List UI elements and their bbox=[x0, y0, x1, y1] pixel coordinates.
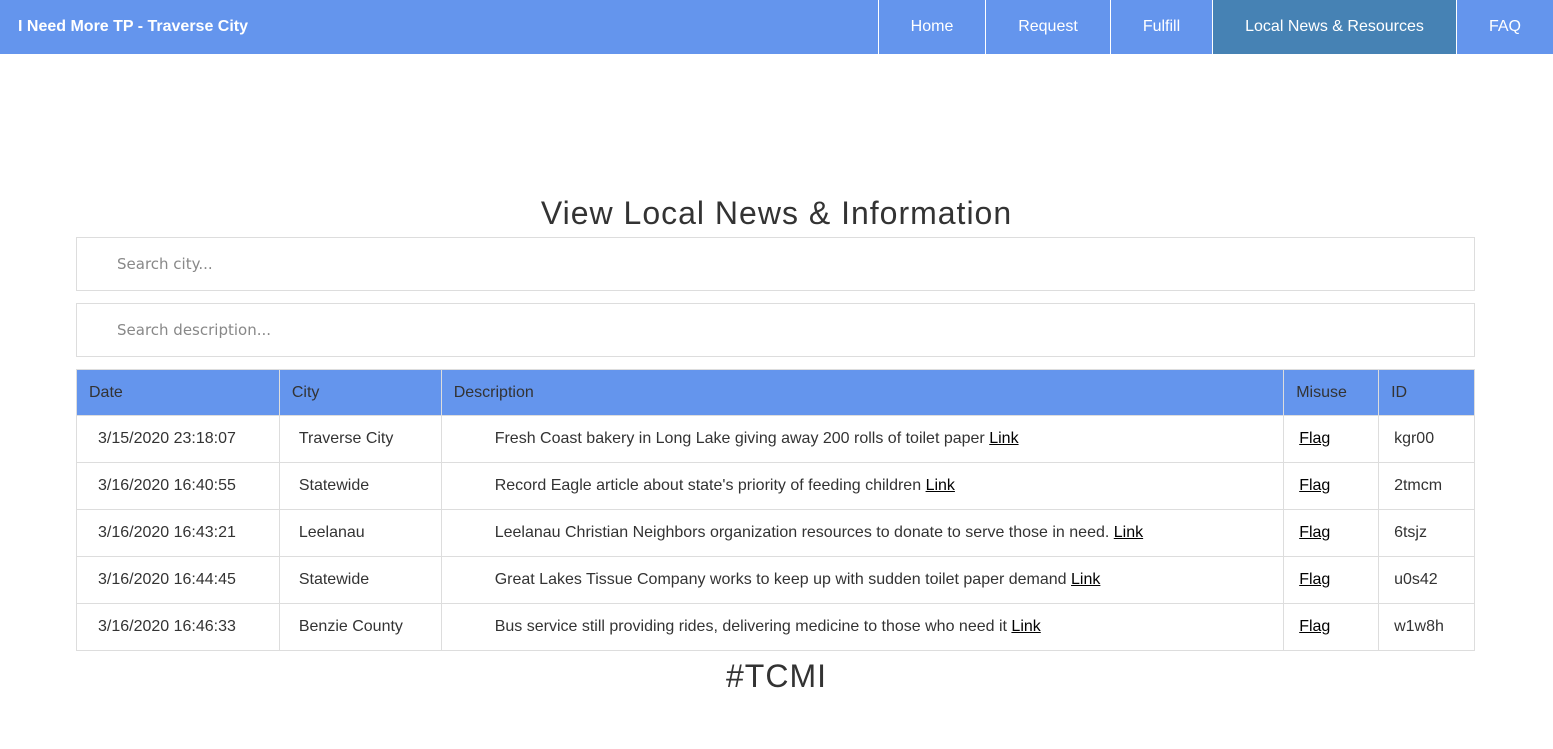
footer-hashtag: #TCMI bbox=[726, 658, 827, 694]
table-row: 3/16/2020 16:44:45 Statewide Great Lakes… bbox=[76, 556, 1475, 604]
site-brand[interactable]: I Need More TP - Traverse City bbox=[0, 0, 878, 54]
cell-misuse: Flag bbox=[1283, 556, 1380, 604]
cell-id: 2tmcm bbox=[1378, 462, 1475, 510]
header-description[interactable]: Description bbox=[440, 369, 1285, 416]
news-link[interactable]: Link bbox=[1071, 571, 1100, 588]
cell-description: Bus service still providing rides, deliv… bbox=[440, 603, 1285, 651]
cell-misuse: Flag bbox=[1283, 603, 1380, 651]
cell-date: 3/16/2020 16:46:33 bbox=[76, 603, 280, 651]
cell-description: Great Lakes Tissue Company works to keep… bbox=[440, 556, 1285, 604]
cell-city: Statewide bbox=[278, 556, 442, 604]
cell-description: Record Eagle article about state's prior… bbox=[440, 462, 1285, 510]
flag-link[interactable]: Flag bbox=[1299, 618, 1330, 635]
nav-home[interactable]: Home bbox=[878, 0, 985, 54]
cell-id: kgr00 bbox=[1378, 415, 1475, 463]
page-title: View Local News & Information bbox=[540, 195, 1013, 231]
cell-id: w1w8h bbox=[1378, 603, 1475, 651]
table-header-row: Date City Description Misuse ID bbox=[76, 369, 1475, 416]
news-link[interactable]: Link bbox=[989, 430, 1018, 447]
description-text: Record Eagle article about state's prior… bbox=[494, 477, 922, 494]
cell-misuse: Flag bbox=[1283, 415, 1380, 463]
cell-date: 3/16/2020 16:43:21 bbox=[76, 509, 280, 557]
description-text: Great Lakes Tissue Company works to keep… bbox=[494, 571, 1067, 588]
nav-faq[interactable]: FAQ bbox=[1456, 0, 1553, 54]
cell-date: 3/16/2020 16:44:45 bbox=[76, 556, 280, 604]
flag-link[interactable]: Flag bbox=[1299, 477, 1330, 494]
cell-date: 3/15/2020 23:18:07 bbox=[76, 415, 280, 463]
cell-id: u0s42 bbox=[1378, 556, 1475, 604]
nav-request[interactable]: Request bbox=[985, 0, 1110, 54]
flag-link[interactable]: Flag bbox=[1299, 524, 1330, 541]
cell-description: Fresh Coast bakery in Long Lake giving a… bbox=[440, 415, 1285, 463]
header-misuse[interactable]: Misuse bbox=[1283, 369, 1380, 416]
table-row: 3/16/2020 16:46:33 Benzie County Bus ser… bbox=[76, 603, 1475, 651]
header-city[interactable]: City bbox=[278, 369, 442, 416]
cell-misuse: Flag bbox=[1283, 462, 1380, 510]
description-text: Fresh Coast bakery in Long Lake giving a… bbox=[494, 430, 985, 447]
cell-description: Leelanau Christian Neighbors organizatio… bbox=[440, 509, 1285, 557]
search-description-input[interactable] bbox=[76, 303, 1475, 357]
table-row: 3/16/2020 16:43:21 Leelanau Leelanau Chr… bbox=[76, 509, 1475, 557]
news-link[interactable]: Link bbox=[1011, 618, 1040, 635]
cell-city: Traverse City bbox=[278, 415, 442, 463]
header-date[interactable]: Date bbox=[76, 369, 280, 416]
news-link[interactable]: Link bbox=[926, 477, 955, 494]
cell-id: 6tsjz bbox=[1378, 509, 1475, 557]
header-id[interactable]: ID bbox=[1378, 369, 1475, 416]
table-row: 3/15/2020 23:18:07 Traverse City Fresh C… bbox=[76, 415, 1475, 463]
cell-city: Leelanau bbox=[278, 509, 442, 557]
news-table: Date City Description Misuse ID 3/15/202… bbox=[76, 369, 1475, 651]
description-text: Bus service still providing rides, deliv… bbox=[494, 618, 1007, 635]
cell-city: Statewide bbox=[278, 462, 442, 510]
search-city-input[interactable] bbox=[76, 237, 1475, 291]
cell-date: 3/16/2020 16:40:55 bbox=[76, 462, 280, 510]
flag-link[interactable]: Flag bbox=[1299, 430, 1330, 447]
description-text: Leelanau Christian Neighbors organizatio… bbox=[494, 524, 1110, 541]
nav-fulfill[interactable]: Fulfill bbox=[1110, 0, 1212, 54]
cell-misuse: Flag bbox=[1283, 509, 1380, 557]
flag-link[interactable]: Flag bbox=[1299, 571, 1330, 588]
top-navbar: I Need More TP - Traverse City Home Requ… bbox=[0, 0, 1553, 54]
table-row: 3/16/2020 16:40:55 Statewide Record Eagl… bbox=[76, 462, 1475, 510]
news-link[interactable]: Link bbox=[1114, 524, 1143, 541]
nav-local-news-resources[interactable]: Local News & Resources bbox=[1212, 0, 1456, 54]
cell-city: Benzie County bbox=[278, 603, 442, 651]
